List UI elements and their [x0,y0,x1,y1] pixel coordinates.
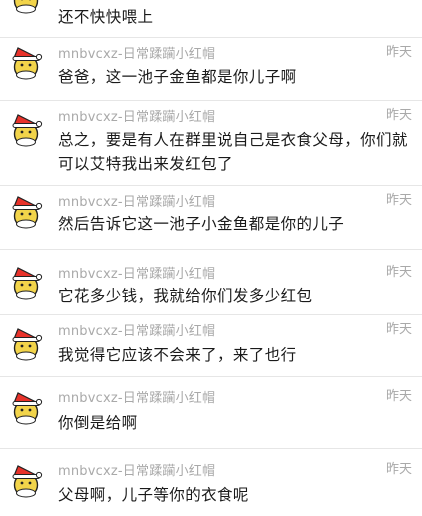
message-time: 昨天 [385,462,412,477]
chat-message[interactable]: mnbvcxz-日常蹂躏小红帽 昨天 然后告诉它这一池子小金鱼都是你的儿子 [0,186,422,249]
message-time: 昨天 [385,265,412,280]
chat-message[interactable]: mnbvcxz-日常蹂躏小红帽 昨天 总之，要是有人在群里说自己是衣食父母，你们… [0,101,422,185]
message-text: 父母啊，儿子等你的衣食呢 [58,486,249,504]
chat-history-feed: 还不快快喂上 mnbvcxz-日常蹂躏小红帽 昨天 爸爸，这一池子金鱼都是你儿子… [0,0,422,516]
sender-name[interactable]: mnbvcxz-日常蹂躏小红帽 [58,324,215,340]
sender-name[interactable]: mnbvcxz-日常蹂躏小红帽 [58,391,215,407]
message-text: 它花多少钱，我就给你们发多少红包 [58,287,313,305]
avatar-icon[interactable] [8,194,44,230]
chat-message[interactable]: mnbvcxz-日常蹂躏小红帽 昨天 我觉得它应该不会来了，来了也行 [0,315,422,376]
sender-name[interactable]: mnbvcxz-日常蹂躏小红帽 [58,47,215,63]
message-time: 昨天 [385,45,412,60]
chat-message[interactable]: mnbvcxz-日常蹂躏小红帽 昨天 你倒是给啊 [0,377,422,448]
message-time: 昨天 [385,389,412,404]
avatar-icon[interactable] [8,326,44,362]
avatar-icon[interactable] [8,265,44,301]
chat-message[interactable]: 还不快快喂上 [0,0,422,37]
message-text: 爸爸，这一池子金鱼都是你儿子啊 [58,68,297,86]
message-text: 你倒是给啊 [58,414,138,432]
message-time: 昨天 [385,193,412,208]
message-time: 昨天 [385,108,412,123]
chat-message[interactable]: mnbvcxz-日常蹂躏小红帽 昨天 它花多少钱，我就给你们发多少红包 [0,250,422,314]
chat-message[interactable]: mnbvcxz-日常蹂躏小红帽 昨天 父母啊，儿子等你的衣食呢 [0,449,422,516]
avatar-icon[interactable] [8,463,44,499]
avatar-icon[interactable] [8,0,44,15]
message-text: 总之，要是有人在群里说自己是衣食父母，你们就可以艾特我出来发红包了 [58,131,408,173]
message-text: 我觉得它应该不会来了，来了也行 [58,346,297,364]
sender-name[interactable]: mnbvcxz-日常蹂躏小红帽 [58,195,215,211]
sender-name[interactable]: mnbvcxz-日常蹂躏小红帽 [58,267,215,283]
sender-name[interactable]: mnbvcxz-日常蹂躏小红帽 [58,110,215,126]
message-time: 昨天 [385,322,412,337]
message-text: 然后告诉它这一池子小金鱼都是你的儿子 [58,215,345,233]
avatar-icon[interactable] [8,390,44,426]
chat-message[interactable]: mnbvcxz-日常蹂躏小红帽 昨天 爸爸，这一池子金鱼都是你儿子啊 [0,38,422,99]
message-text: 还不快快喂上 [58,8,154,26]
avatar-icon[interactable] [8,45,44,81]
sender-name[interactable]: mnbvcxz-日常蹂躏小红帽 [58,464,215,480]
avatar-icon[interactable] [8,112,44,148]
